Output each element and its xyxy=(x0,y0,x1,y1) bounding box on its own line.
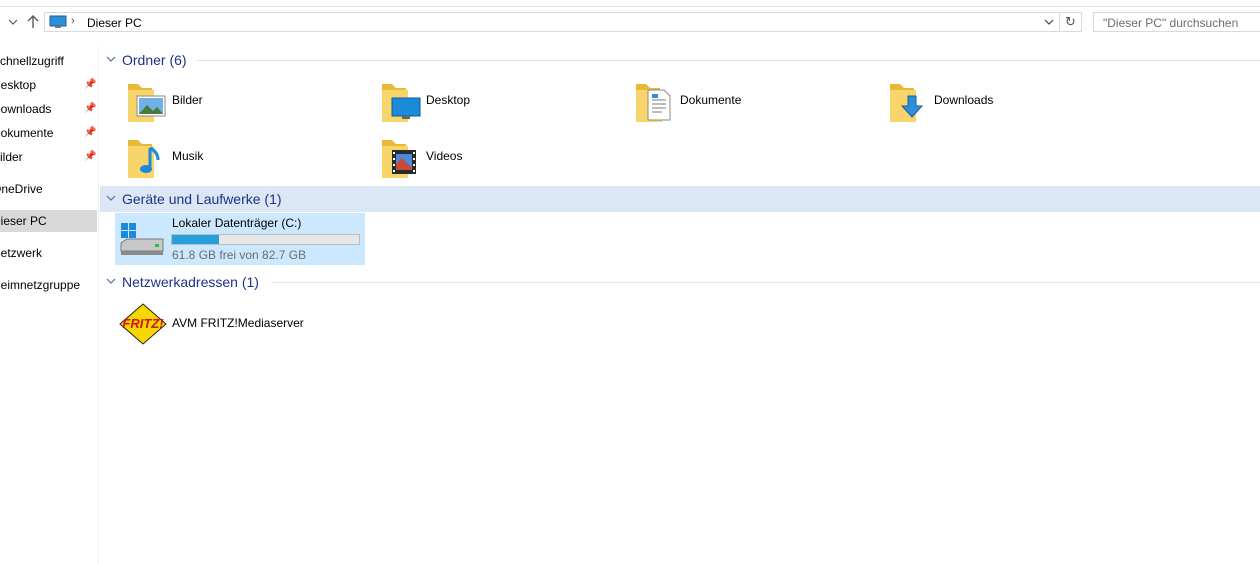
collapse-chevron-icon xyxy=(106,53,116,67)
sidebar-item-homegroup[interactable]: Heimnetzgruppe xyxy=(0,274,97,296)
sidebar-item-network[interactable]: Netzwerk xyxy=(0,242,97,264)
group-header-folders[interactable]: Ordner (6) xyxy=(100,47,1260,73)
group-header-network[interactable]: Netzwerkadressen (1) xyxy=(100,269,1260,295)
drive-usage-bar xyxy=(171,234,360,245)
documents-folder-icon xyxy=(636,84,671,122)
refresh-button[interactable]: ↻ xyxy=(1060,12,1082,32)
pin-icon: 📌 xyxy=(84,103,97,114)
collapse-chevron-icon xyxy=(106,275,116,289)
address-field[interactable]: › Dieser PC xyxy=(44,12,1060,32)
sidebar-item-desktop[interactable]: Desktop📌 xyxy=(0,74,97,96)
svg-text:FRITZ!: FRITZ! xyxy=(122,316,164,331)
pictures-folder-icon xyxy=(128,84,166,122)
search-input[interactable]: "Dieser PC" durchsuchen xyxy=(1093,12,1260,32)
this-pc-icon xyxy=(49,15,67,32)
pin-icon: 📌 xyxy=(84,127,97,138)
up-arrow-icon[interactable] xyxy=(24,13,42,31)
downloads-folder-icon xyxy=(890,84,924,122)
hard-drive-icon xyxy=(120,223,164,255)
sidebar-item-this-pc[interactable]: Dieser PC xyxy=(0,210,97,232)
sidebar-item-quick-access[interactable]: Schnellzugriff xyxy=(0,50,97,72)
sidebar-item-onedrive[interactable]: OneDrive xyxy=(0,178,97,200)
address-bar-area: › Dieser PC ↻ "Dieser PC" durchsuchen xyxy=(0,0,1260,46)
address-dropdown-chevron-icon[interactable] xyxy=(1041,14,1057,30)
music-folder-icon xyxy=(128,140,160,178)
sidebar-item-documents[interactable]: Dokumente📌 xyxy=(0,122,97,144)
breadcrumb-this-pc[interactable]: Dieser PC xyxy=(87,16,142,30)
group-header-devices[interactable]: Geräte und Laufwerke (1) xyxy=(100,186,1260,212)
fritz-logo-icon: FRITZ! xyxy=(119,303,167,345)
drive-c[interactable]: Lokaler Datenträger (C:) 61.8 GB frei vo… xyxy=(115,213,365,265)
collapse-chevron-icon xyxy=(106,192,116,206)
videos-folder-icon xyxy=(382,140,416,178)
sidebar-item-pictures[interactable]: Bilder📌 xyxy=(0,146,97,168)
pin-icon: 📌 xyxy=(84,151,97,162)
desktop-folder-icon xyxy=(382,84,421,122)
sidebar-item-downloads[interactable]: Downloads📌 xyxy=(0,98,97,120)
content-pane: Ordner (6) Bilder Desktop Dokumente Down… xyxy=(100,46,1260,564)
refresh-icon: ↻ xyxy=(1065,14,1076,29)
navigation-pane: Schnellzugriff Desktop📌 Downloads📌 Dokum… xyxy=(0,46,99,564)
pin-icon: 📌 xyxy=(84,79,97,90)
drive-usage-fill xyxy=(172,235,220,244)
recent-locations-chevron-icon[interactable] xyxy=(4,13,22,31)
network-location-fritz-mediaserver[interactable]: FRITZ! AVM FRITZ!Mediaserver xyxy=(118,302,304,349)
breadcrumb-separator-icon: › xyxy=(71,15,75,27)
